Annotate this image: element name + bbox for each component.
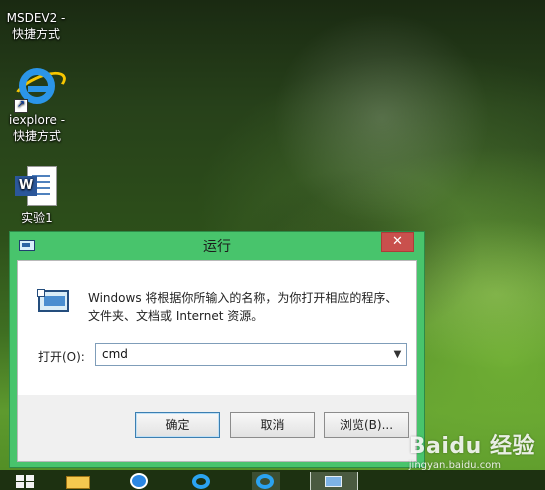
folder-icon[interactable] bbox=[64, 472, 92, 490]
ok-button[interactable]: 确定 bbox=[135, 412, 220, 438]
start-icon[interactable] bbox=[12, 472, 40, 490]
dialog-client-area: Windows 将根据你所输入的名称，为你打开相应的程序、 文件夹、文档或 In… bbox=[17, 260, 417, 462]
close-button[interactable]: ✕ bbox=[381, 232, 414, 252]
desktop-icon-label-line2: 快捷方式 bbox=[12, 129, 61, 143]
desktop-icon-label-line2: 快捷方式 bbox=[11, 27, 60, 41]
watermark-url: jingyan.baidu.com bbox=[408, 460, 502, 471]
open-command-value: cmd bbox=[102, 347, 128, 361]
dialog-description-line2: 文件夹、文档或 Internet 资源。 bbox=[88, 309, 264, 323]
mail-icon[interactable] bbox=[126, 472, 154, 490]
taskbar bbox=[0, 470, 545, 490]
shortcut-arrow-icon: ↗ bbox=[14, 99, 28, 113]
run-dialog: 运行 ✕ Windows 将根据你所输入的名称，为你打开相应的程序、 文件夹、文… bbox=[9, 231, 425, 468]
dialog-titlebar[interactable]: 运行 ✕ bbox=[10, 232, 424, 259]
chevron-down-icon[interactable]: ▼ bbox=[391, 348, 404, 361]
baidu-jingyan-watermark: Baidu 经验 jingyan.baidu.com bbox=[409, 436, 535, 472]
run-program-icon bbox=[37, 289, 69, 312]
word-document-icon: W bbox=[15, 166, 59, 210]
desktop-icon-msdev2-shortcut[interactable]: MSDEV2 - 快捷方式 bbox=[0, 10, 73, 42]
internet-explorer-icon[interactable] bbox=[188, 472, 216, 490]
desktop-icon-label-line1: MSDEV2 - bbox=[6, 11, 66, 25]
cancel-button[interactable]: 取消 bbox=[230, 412, 315, 438]
run-icon[interactable] bbox=[310, 472, 358, 490]
open-label: 打开(O): bbox=[38, 350, 85, 364]
desktop-icon-label-line1: iexplore - bbox=[8, 113, 66, 127]
desktop-icon-word-document[interactable]: W 实验1 bbox=[0, 166, 74, 226]
open-command-combobox[interactable]: cmd ▼ bbox=[95, 343, 407, 366]
browse-button[interactable]: 浏览(B)... bbox=[324, 412, 409, 438]
desktop-icon-iexplore-shortcut[interactable]: ↗ iexplore - 快捷方式 bbox=[0, 65, 74, 144]
internet-explorer-icon[interactable] bbox=[252, 472, 280, 490]
dialog-content-panel bbox=[18, 261, 416, 395]
dialog-title: 运行 bbox=[203, 239, 231, 255]
dialog-description: Windows 将根据你所输入的名称，为你打开相应的程序、 文件夹、文档或 In… bbox=[88, 289, 408, 325]
desktop-icon-label: 实验1 bbox=[21, 211, 53, 225]
dialog-description-line1: Windows 将根据你所输入的名称，为你打开相应的程序、 bbox=[88, 291, 398, 305]
internet-explorer-icon: ↗ bbox=[9, 65, 71, 113]
watermark-logo: Baidu 经验 bbox=[408, 434, 535, 459]
